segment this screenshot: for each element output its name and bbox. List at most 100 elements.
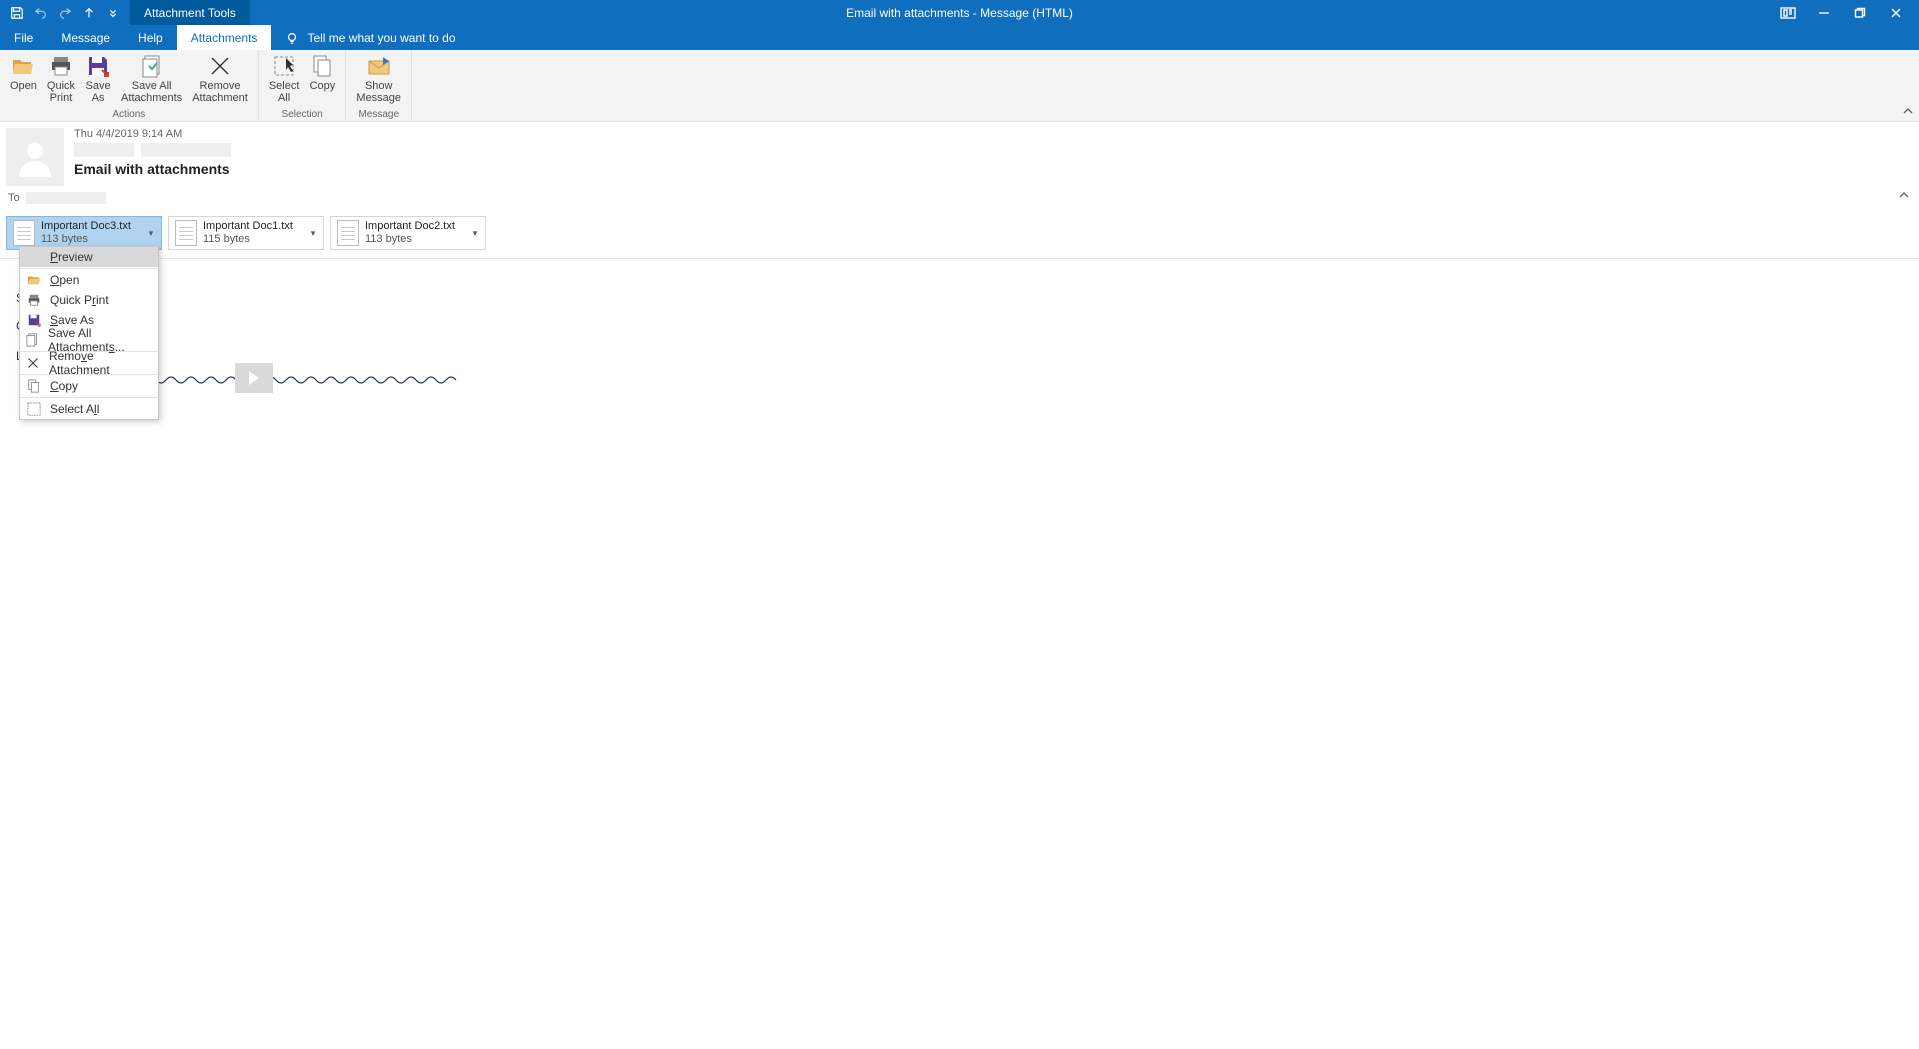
redo-icon[interactable] [56,4,74,22]
menu-label: Select All [50,402,99,416]
message-to-row: To [0,190,1919,210]
select-all-button[interactable]: Select All [265,52,304,106]
blank-icon [26,249,42,265]
save-as-label: Save As [86,80,111,104]
close-button[interactable] [1879,0,1913,25]
play-overlay-button[interactable] [235,363,273,393]
open-button[interactable]: Open [6,52,41,94]
menu-item-preview[interactable]: Preview [20,247,158,267]
copy-label: Copy [310,80,336,92]
undo-icon[interactable] [32,4,50,22]
up-arrow-icon[interactable] [80,4,98,22]
ribbon: Open Quick Print Save As Save All Attach… [0,50,1919,122]
quick-print-button[interactable]: Quick Print [43,52,79,106]
save-all-button[interactable]: Save All Attachments [117,52,186,106]
remove-icon [208,54,232,78]
menu-item-open[interactable]: Open [20,270,158,290]
attachment-context-menu: Preview Open Quick Print Save As Save Al… [19,246,159,420]
show-message-button[interactable]: Show Message [352,52,405,106]
menu-label: Remove Attachment [49,349,150,377]
printer-icon [26,292,42,308]
ribbon-group-selection: Select All Copy Selection [259,50,347,121]
more-commands-icon[interactable] [104,4,122,22]
tab-attachments[interactable]: Attachments [177,25,272,50]
menu-label: Copy [50,379,78,393]
contextual-tool-tab: Attachment Tools [130,0,250,25]
collapse-header-button[interactable] [1899,190,1909,203]
attachment-size: 115 bytes [203,233,307,246]
show-message-label: Show Message [356,80,401,104]
minimize-button[interactable] [1807,0,1841,25]
attachment-name: Important Doc3.txt [41,220,145,233]
folder-open-icon [26,272,42,288]
chevron-down-icon[interactable]: ▾ [145,228,157,239]
printer-icon [49,54,73,78]
tab-message[interactable]: Message [47,25,124,50]
quick-access-toolbar [0,0,130,25]
window-title: Email with attachments - Message (HTML) [846,6,1073,20]
copy-icon [26,378,42,394]
ribbon-tabs: File Message Help Attachments Tell me wh… [0,25,1919,50]
message-header: Thu 4/4/2019 9:14 AM Email with attachme… [0,122,1919,190]
tab-file[interactable]: File [0,25,47,50]
collapse-ribbon-button[interactable] [1903,106,1913,119]
menu-item-save-all[interactable]: Save All Attachments... [20,330,158,350]
chevron-down-icon[interactable]: ▾ [469,228,481,239]
menu-label: Quick Print [50,293,109,307]
save-as-icon [26,312,42,328]
menu-label: Preview [50,250,93,264]
save-all-icon [140,54,164,78]
save-icon[interactable] [8,4,26,22]
tab-help[interactable]: Help [124,25,177,50]
menu-item-copy[interactable]: Copy [20,376,158,396]
menu-label: Save As [50,313,94,327]
menu-item-select-all[interactable]: Select All [20,399,158,419]
envelope-icon [367,54,391,78]
save-all-icon [26,332,40,348]
message-from [74,142,1911,157]
attachments-bar: Important Doc3.txt 113 bytes ▾ Important… [0,210,1919,259]
attachment-name: Important Doc2.txt [365,220,469,233]
attachment-size: 113 bytes [365,233,469,246]
message-body: S C L [0,259,1919,279]
group-label-actions: Actions [6,109,252,121]
select-all-icon [26,401,42,417]
message-subject: Email with attachments [74,161,1911,177]
folder-open-icon [11,54,35,78]
group-label-selection: Selection [265,109,340,121]
attachment-chip[interactable]: Important Doc3.txt 113 bytes ▾ [6,216,162,250]
tell-me-search[interactable]: Tell me what you want to do [271,25,469,50]
ribbon-group-message: Show Message Message [346,50,412,121]
text-file-icon [337,220,359,246]
menu-item-quick-print[interactable]: Quick Print [20,290,158,310]
save-as-button[interactable]: Save As [81,52,115,106]
menu-label: Open [50,273,79,287]
avatar [6,128,64,186]
title-bar: Attachment Tools Email with attachments … [0,0,1919,25]
reading-mode-icon[interactable] [1771,0,1805,25]
group-label-message: Message [352,109,405,121]
chevron-down-icon[interactable]: ▾ [307,228,319,239]
lightbulb-icon [285,31,299,45]
remove-attachment-button[interactable]: Remove Attachment [188,52,252,106]
maximize-button[interactable] [1843,0,1877,25]
copy-icon [310,54,334,78]
quick-print-label: Quick Print [47,80,75,104]
text-file-icon [175,220,197,246]
attachment-chip[interactable]: Important Doc2.txt 113 bytes ▾ [330,216,486,250]
attachment-name: Important Doc1.txt [203,220,307,233]
tell-me-label: Tell me what you want to do [307,31,455,45]
ribbon-group-actions: Open Quick Print Save As Save All Attach… [0,50,259,121]
text-file-icon [13,220,35,246]
remove-icon [26,355,41,371]
window-controls [1771,0,1919,25]
to-label: To [8,192,20,204]
save-all-label: Save All Attachments [121,80,182,104]
select-all-label: Select All [269,80,300,104]
select-all-icon [272,54,296,78]
message-date: Thu 4/4/2019 9:14 AM [74,128,1911,140]
menu-item-remove[interactable]: Remove Attachment [20,353,158,373]
attachment-chip[interactable]: Important Doc1.txt 115 bytes ▾ [168,216,324,250]
copy-button[interactable]: Copy [305,52,339,94]
attachment-size: 113 bytes [41,233,145,246]
